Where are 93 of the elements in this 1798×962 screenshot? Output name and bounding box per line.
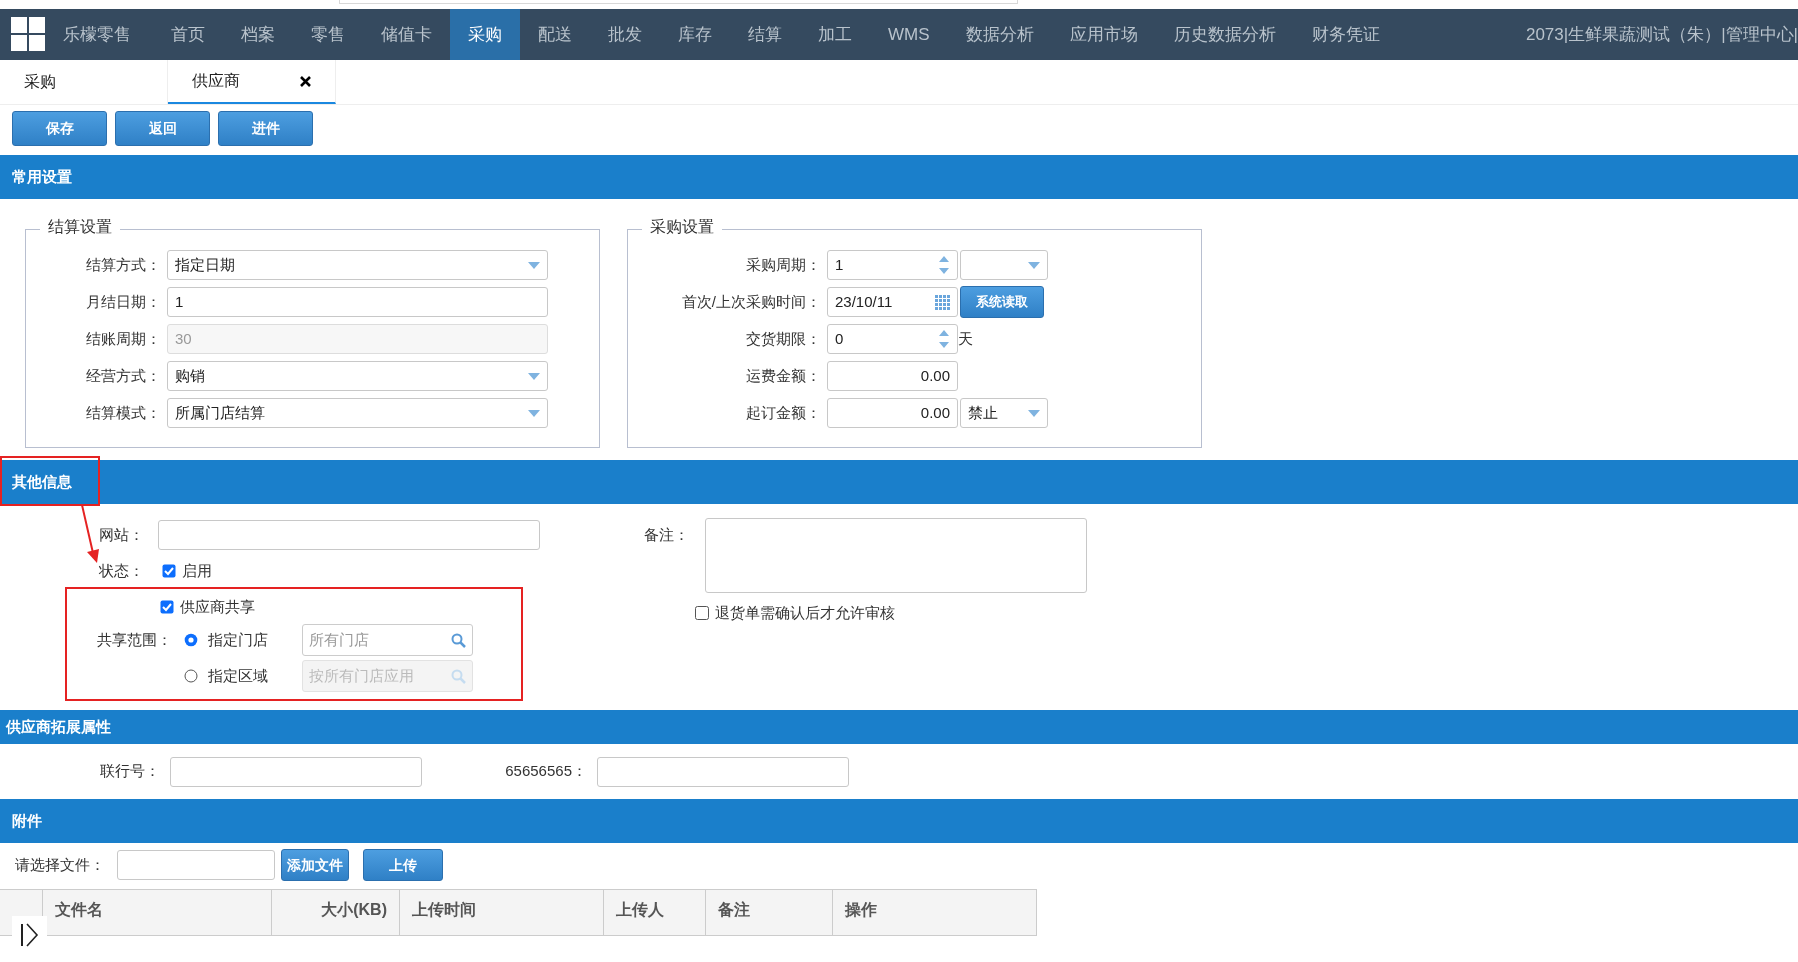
dropdown-caret-icon — [528, 372, 540, 380]
menu-item[interactable]: 应用市场 — [1051, 9, 1156, 60]
menu-item[interactable]: 档案 — [223, 9, 293, 60]
search-icon — [451, 668, 466, 684]
menu-item[interactable]: 结算 — [730, 9, 800, 60]
checkbox-label: 启用 — [182, 560, 212, 581]
dropdown[interactable]: 所属门店结算 — [167, 398, 548, 428]
input-field[interactable]: 1 — [167, 287, 548, 317]
unit-label: 天 — [958, 328, 973, 349]
user-info: 2073|生鲜果蔬测试（朱）|管理中心| — [1525, 23, 1798, 46]
search-icon — [451, 632, 466, 648]
input-field: 30 — [167, 324, 548, 354]
checkbox[interactable] — [160, 600, 174, 614]
field-label: 采购周期： — [745, 254, 821, 275]
toolbar-button[interactable]: 进件 — [218, 111, 313, 146]
menu-item[interactable]: 库存 — [660, 9, 730, 60]
checkbox[interactable] — [695, 606, 709, 620]
radio-button[interactable] — [184, 633, 198, 647]
field-label: 交货期限： — [745, 328, 821, 349]
column-header: 备注 — [706, 890, 833, 935]
input-field[interactable] — [117, 850, 275, 880]
field-label: 结账周期： — [85, 328, 161, 349]
radio-label: 指定门店 — [208, 629, 269, 650]
section-header: 常用设置 — [0, 155, 1798, 199]
input-field[interactable] — [158, 520, 540, 550]
checkbox-label: 供应商共享 — [180, 596, 255, 617]
column-header: 大小(KB) — [272, 890, 400, 935]
input-field[interactable] — [170, 756, 422, 787]
group-legend: 结算设置 — [40, 219, 120, 235]
field-label: 备注： — [644, 525, 689, 545]
menu-item[interactable]: 财务凭证 — [1293, 9, 1398, 60]
radio-label: 指定区域 — [208, 665, 269, 686]
brand-name: 乐檬零售 — [63, 23, 131, 46]
input-field[interactable] — [597, 756, 849, 787]
input-field[interactable]: 0 — [827, 324, 958, 354]
dropdown[interactable]: 禁止 — [960, 398, 1048, 428]
checkbox-label: 退货单需确认后才允许审核 — [715, 602, 895, 623]
field-label: 起订金额： — [745, 402, 821, 423]
section-header: 其他信息 — [12, 471, 72, 492]
field-label: 经营方式： — [85, 365, 161, 386]
dropdown-caret-icon — [1028, 261, 1040, 269]
dropdown-caret-icon — [528, 261, 540, 269]
menu-item[interactable]: WMS — [870, 9, 948, 60]
menu-item[interactable]: 批发 — [590, 9, 660, 60]
menu-item[interactable]: 数据分析 — [947, 9, 1052, 60]
dropdown-caret-icon — [1028, 409, 1040, 417]
field-label: 共享范围： — [96, 629, 172, 650]
field-label: 月结日期： — [85, 291, 161, 312]
upload-button[interactable]: 上传 — [363, 849, 443, 881]
dropdown[interactable]: 指定日期 — [167, 250, 548, 280]
input-field[interactable]: 1 — [827, 250, 958, 280]
field-label: 联行号： — [99, 761, 160, 782]
search-field[interactable]: 所有门店 — [302, 624, 473, 656]
menu-item[interactable]: 历史数据分析 — [1155, 9, 1294, 60]
checkbox[interactable] — [162, 564, 176, 578]
menu-item[interactable]: 配送 — [520, 9, 590, 60]
field-label: 结算模式： — [85, 402, 161, 423]
field-label: 首次/上次采购时间： — [680, 291, 821, 312]
spinner-arrows-icon — [938, 254, 950, 276]
column-header: 操作 — [833, 890, 1037, 935]
section-header: 附件 — [0, 799, 1798, 843]
menu-item[interactable]: 零售 — [293, 9, 363, 60]
field-label: 请选择文件： — [15, 854, 105, 875]
menu-item[interactable]: 首页 — [153, 9, 223, 60]
menu-item[interactable]: 加工 — [800, 9, 870, 60]
field-label: 网站： — [98, 524, 144, 545]
input-field[interactable]: 0.00 — [827, 398, 958, 428]
upload-button[interactable]: 添加文件 — [281, 849, 349, 881]
grid-logo-icon — [11, 17, 45, 51]
dropdown[interactable]: 购销 — [167, 361, 548, 391]
column-header: 上传人 — [604, 890, 706, 935]
dropdown-caret-icon — [528, 409, 540, 417]
toolbar-button[interactable]: 保存 — [12, 111, 107, 146]
field-label: 状态： — [98, 560, 144, 581]
close-icon[interactable] — [300, 75, 311, 87]
field-label: 结算方式： — [85, 254, 161, 275]
column-header: 上传时间 — [400, 890, 604, 935]
calendar-icon — [935, 294, 950, 310]
search-field: 按所有门店应用 — [302, 660, 473, 692]
page-tab[interactable]: 供应商 — [168, 60, 336, 104]
annotation-arrow — [79, 505, 101, 565]
read-system-button[interactable]: 系统读取 — [960, 286, 1044, 318]
field-label: 65656565： — [504, 761, 587, 782]
input-field[interactable]: 23/10/11 — [827, 287, 958, 317]
section-header: 供应商拓展属性 — [0, 710, 1798, 744]
spinner-arrows-icon — [938, 328, 950, 350]
toolbar-button[interactable]: 返回 — [115, 111, 210, 146]
group-legend: 采购设置 — [642, 219, 722, 235]
remark-field[interactable] — [705, 518, 1087, 593]
menu-item[interactable]: 储值卡 — [363, 9, 450, 60]
field-label: 运费金额： — [745, 365, 821, 386]
input-field[interactable]: 0.00 — [827, 361, 958, 391]
menu-item[interactable]: 采购 — [450, 9, 520, 60]
